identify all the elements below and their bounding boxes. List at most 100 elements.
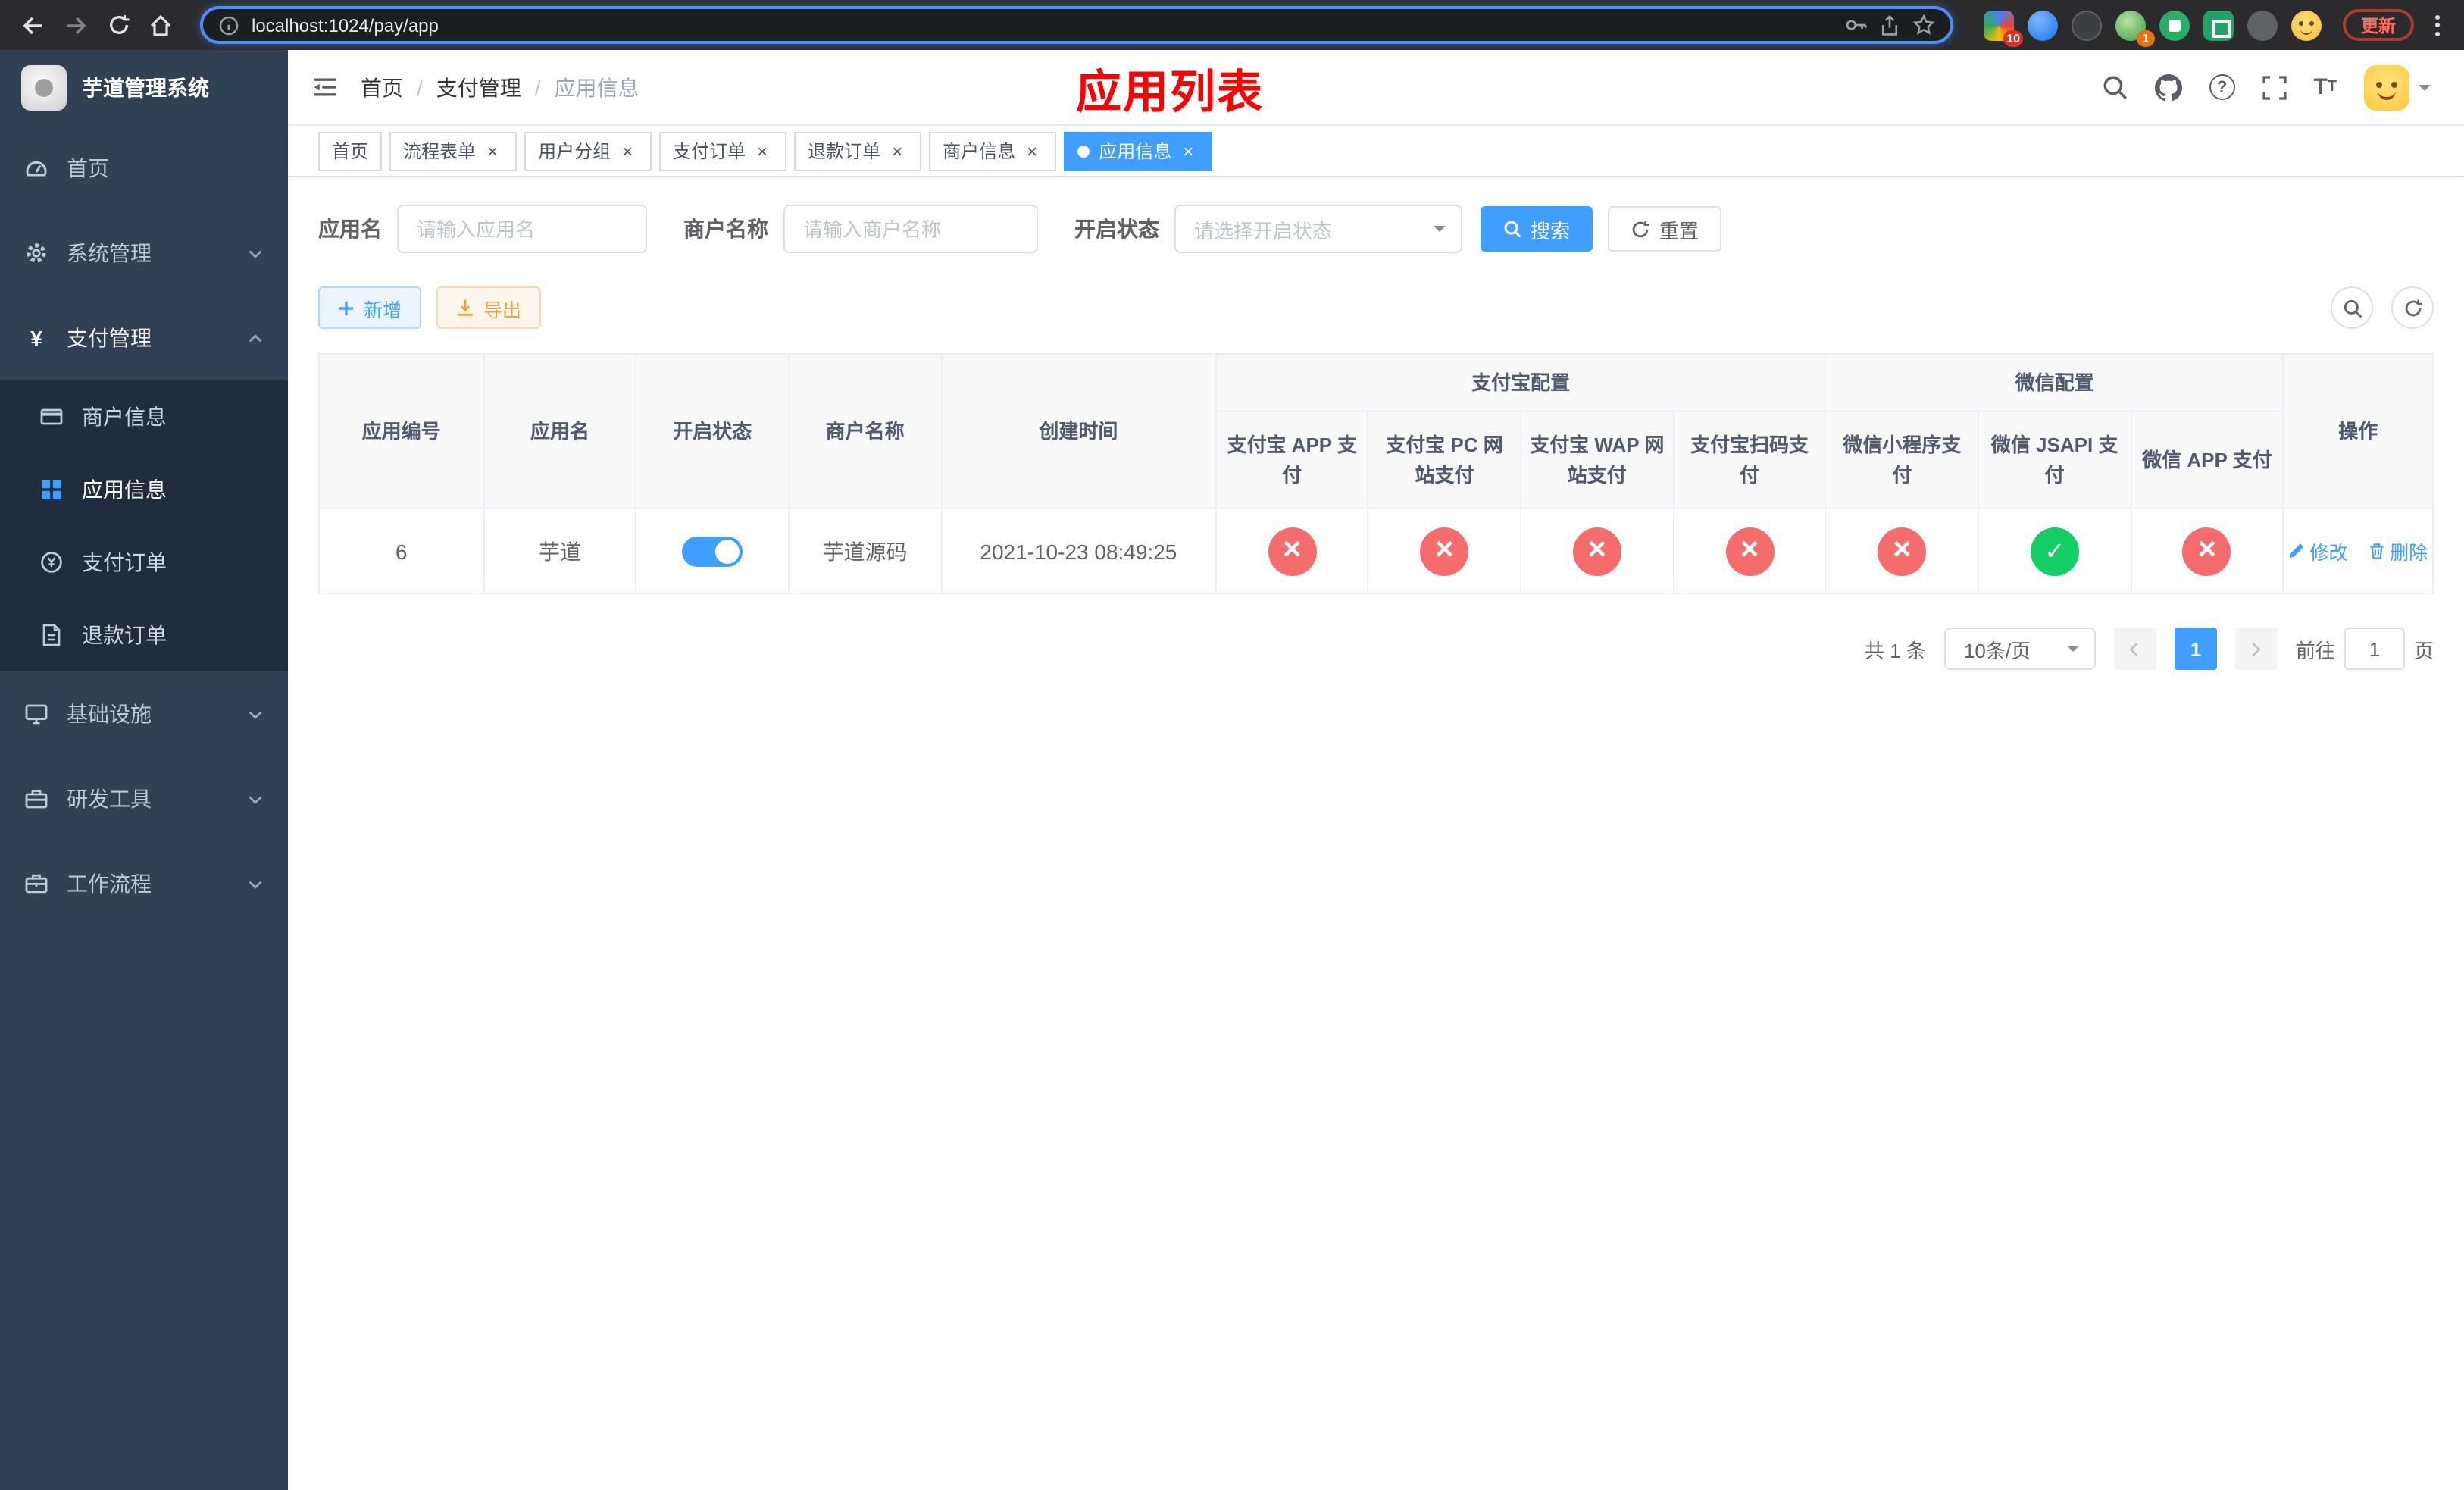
screen: localhost:1024/pay/app 10 1 更新 芋道管理系统 首页…	[0, 0, 2464, 1490]
export-button[interactable]: 导出	[436, 286, 542, 329]
pay-order-icon	[39, 550, 64, 574]
extension-multicolor-icon[interactable]: 10	[1984, 10, 2023, 46]
url-text[interactable]: localhost:1024/pay/app	[252, 14, 1832, 36]
tab-close-icon[interactable]	[752, 140, 773, 161]
browser-home-button[interactable]	[142, 7, 179, 43]
sidebar-item-label: 研发工具	[67, 787, 152, 811]
status-toggle[interactable]	[682, 536, 743, 566]
extension-pin-icon[interactable]	[2247, 10, 2278, 40]
tab-pay-order[interactable]: 支付订单	[659, 131, 787, 171]
delete-link-label: 删除	[2390, 543, 2428, 564]
sidebar-item-label: 退款订单	[82, 623, 167, 647]
refresh-table-button[interactable]	[2391, 286, 2434, 329]
sidebar-item-home[interactable]: 首页	[0, 126, 288, 211]
browser-back-button[interactable]	[15, 7, 52, 43]
chevron-down-icon	[247, 706, 264, 722]
sidebar-logo[interactable]: 芋道管理系统	[0, 50, 288, 126]
browser-menu-button[interactable]	[2426, 8, 2449, 42]
chevron-down-icon	[247, 875, 264, 892]
sidebar-item-label: 支付订单	[82, 550, 167, 574]
main-area: 首页 支付管理 应用信息 应用列表	[288, 50, 2464, 1490]
delete-link[interactable]: 删除	[2369, 537, 2428, 565]
tab-app-info[interactable]: 应用信息	[1064, 131, 1213, 171]
extension-dark-icon[interactable]	[2072, 10, 2102, 40]
toggle-search-button[interactable]	[2331, 286, 2373, 329]
browser-reload-button[interactable]	[100, 7, 136, 43]
sidebar-item-payment[interactable]: 支付管理	[0, 296, 288, 380]
font-size-button[interactable]: TT	[2313, 76, 2337, 99]
sidebar-item-refund-order[interactable]: 退款订单	[0, 599, 288, 671]
sidebar-item-workflow[interactable]: 工作流程	[0, 841, 288, 926]
header-search-button[interactable]	[2101, 74, 2127, 100]
chevron-down-icon	[247, 245, 264, 261]
tab-close-icon[interactable]	[1021, 140, 1043, 161]
cell-status	[635, 508, 790, 594]
extension-green-square-icon[interactable]	[2203, 10, 2234, 40]
browser-update-button[interactable]: 更新	[2343, 9, 2414, 41]
gear-icon	[24, 241, 48, 265]
tab-close-icon[interactable]	[1177, 140, 1199, 161]
sidebar-item-pay-order[interactable]: 支付订单	[0, 526, 288, 599]
pagination-total: 共 1 条	[1865, 639, 1926, 662]
status-cross-icon	[1420, 527, 1469, 575]
fullscreen-button[interactable]	[2262, 75, 2287, 99]
sidebar-item-system[interactable]: 系统管理	[0, 211, 288, 296]
user-menu[interactable]	[2364, 64, 2431, 110]
search-button[interactable]: 搜索	[1481, 206, 1593, 252]
merchant-name-input[interactable]	[783, 205, 1038, 253]
back-arrow-icon	[23, 16, 42, 34]
browser-forward-button[interactable]	[58, 7, 94, 43]
edit-link[interactable]: 修改	[2288, 537, 2347, 565]
breadcrumb-home[interactable]: 首页	[361, 72, 403, 102]
password-key-icon[interactable]	[1844, 14, 1867, 36]
bookmark-star-icon[interactable]	[1912, 14, 1935, 36]
tab-label: 应用信息	[1099, 141, 1172, 162]
add-button[interactable]: 新增	[318, 286, 422, 329]
briefcase-icon	[24, 872, 48, 896]
page-number-button[interactable]: 1	[2174, 628, 2217, 670]
tab-process-form[interactable]: 流程表单	[389, 131, 518, 171]
sidebar-item-dev-tools[interactable]: 研发工具	[0, 756, 288, 841]
status-select[interactable]: 请选择开启状态	[1174, 205, 1462, 253]
sidebar-item-label: 应用信息	[82, 477, 167, 502]
tab-user-group[interactable]: 用户分组	[524, 131, 652, 171]
group-header-wechat: 微信配置	[1825, 353, 2284, 412]
extension-badge: 1	[2137, 30, 2155, 46]
tab-close-icon[interactable]	[482, 140, 503, 161]
help-icon[interactable]	[2209, 74, 2235, 100]
sidebar-item-merchant-info[interactable]: 商户信息	[0, 380, 288, 453]
site-info-icon[interactable]	[218, 14, 239, 36]
sidebar-toggle-button[interactable]	[288, 50, 361, 124]
status-cross-icon	[1878, 527, 1927, 575]
extension-green-avatar-icon[interactable]: 1	[2115, 10, 2155, 46]
extension-face-icon[interactable]	[2291, 10, 2322, 40]
breadcrumb-separator	[417, 75, 423, 99]
prev-page-button[interactable]	[2113, 628, 2156, 670]
sidebar-item-infra[interactable]: 基础设施	[0, 671, 288, 756]
status-check-icon	[2030, 527, 2079, 575]
goto-page-input[interactable]	[2344, 628, 2405, 670]
page-size-select[interactable]: 10条/页	[1943, 628, 2096, 670]
tab-merchant-info[interactable]: 商户信息	[929, 131, 1057, 171]
sidebar-item-app-info[interactable]: 应用信息	[0, 453, 288, 526]
edit-link-label: 修改	[2309, 543, 2348, 564]
app-name-input[interactable]	[397, 205, 647, 253]
breadcrumb: 首页 支付管理 应用信息	[361, 72, 639, 102]
cell-alipay-app	[1215, 508, 1369, 594]
tab-home[interactable]: 首页	[318, 131, 383, 171]
top-navbar: 首页 支付管理 应用信息 应用列表	[288, 50, 2464, 126]
address-bar[interactable]: localhost:1024/pay/app	[200, 6, 1953, 44]
tab-close-icon[interactable]	[886, 140, 908, 161]
cell-wx-jsapi	[1977, 508, 2132, 594]
app-frame: 芋道管理系统 首页 系统管理 支付管理	[0, 50, 2464, 1490]
extension-blue-icon[interactable]	[2028, 10, 2058, 40]
tab-close-icon[interactable]	[617, 140, 638, 161]
tab-refund-order[interactable]: 退款订单	[794, 131, 922, 171]
next-page-button[interactable]	[2234, 628, 2278, 670]
reset-button[interactable]: 重置	[1608, 206, 1722, 252]
github-link[interactable]	[2154, 74, 2182, 101]
extension-green-circle-icon[interactable]	[2159, 10, 2190, 40]
share-icon[interactable]	[1879, 14, 1900, 36]
chevron-left-icon	[2130, 641, 2139, 656]
breadcrumb-payment[interactable]: 支付管理	[436, 72, 521, 102]
